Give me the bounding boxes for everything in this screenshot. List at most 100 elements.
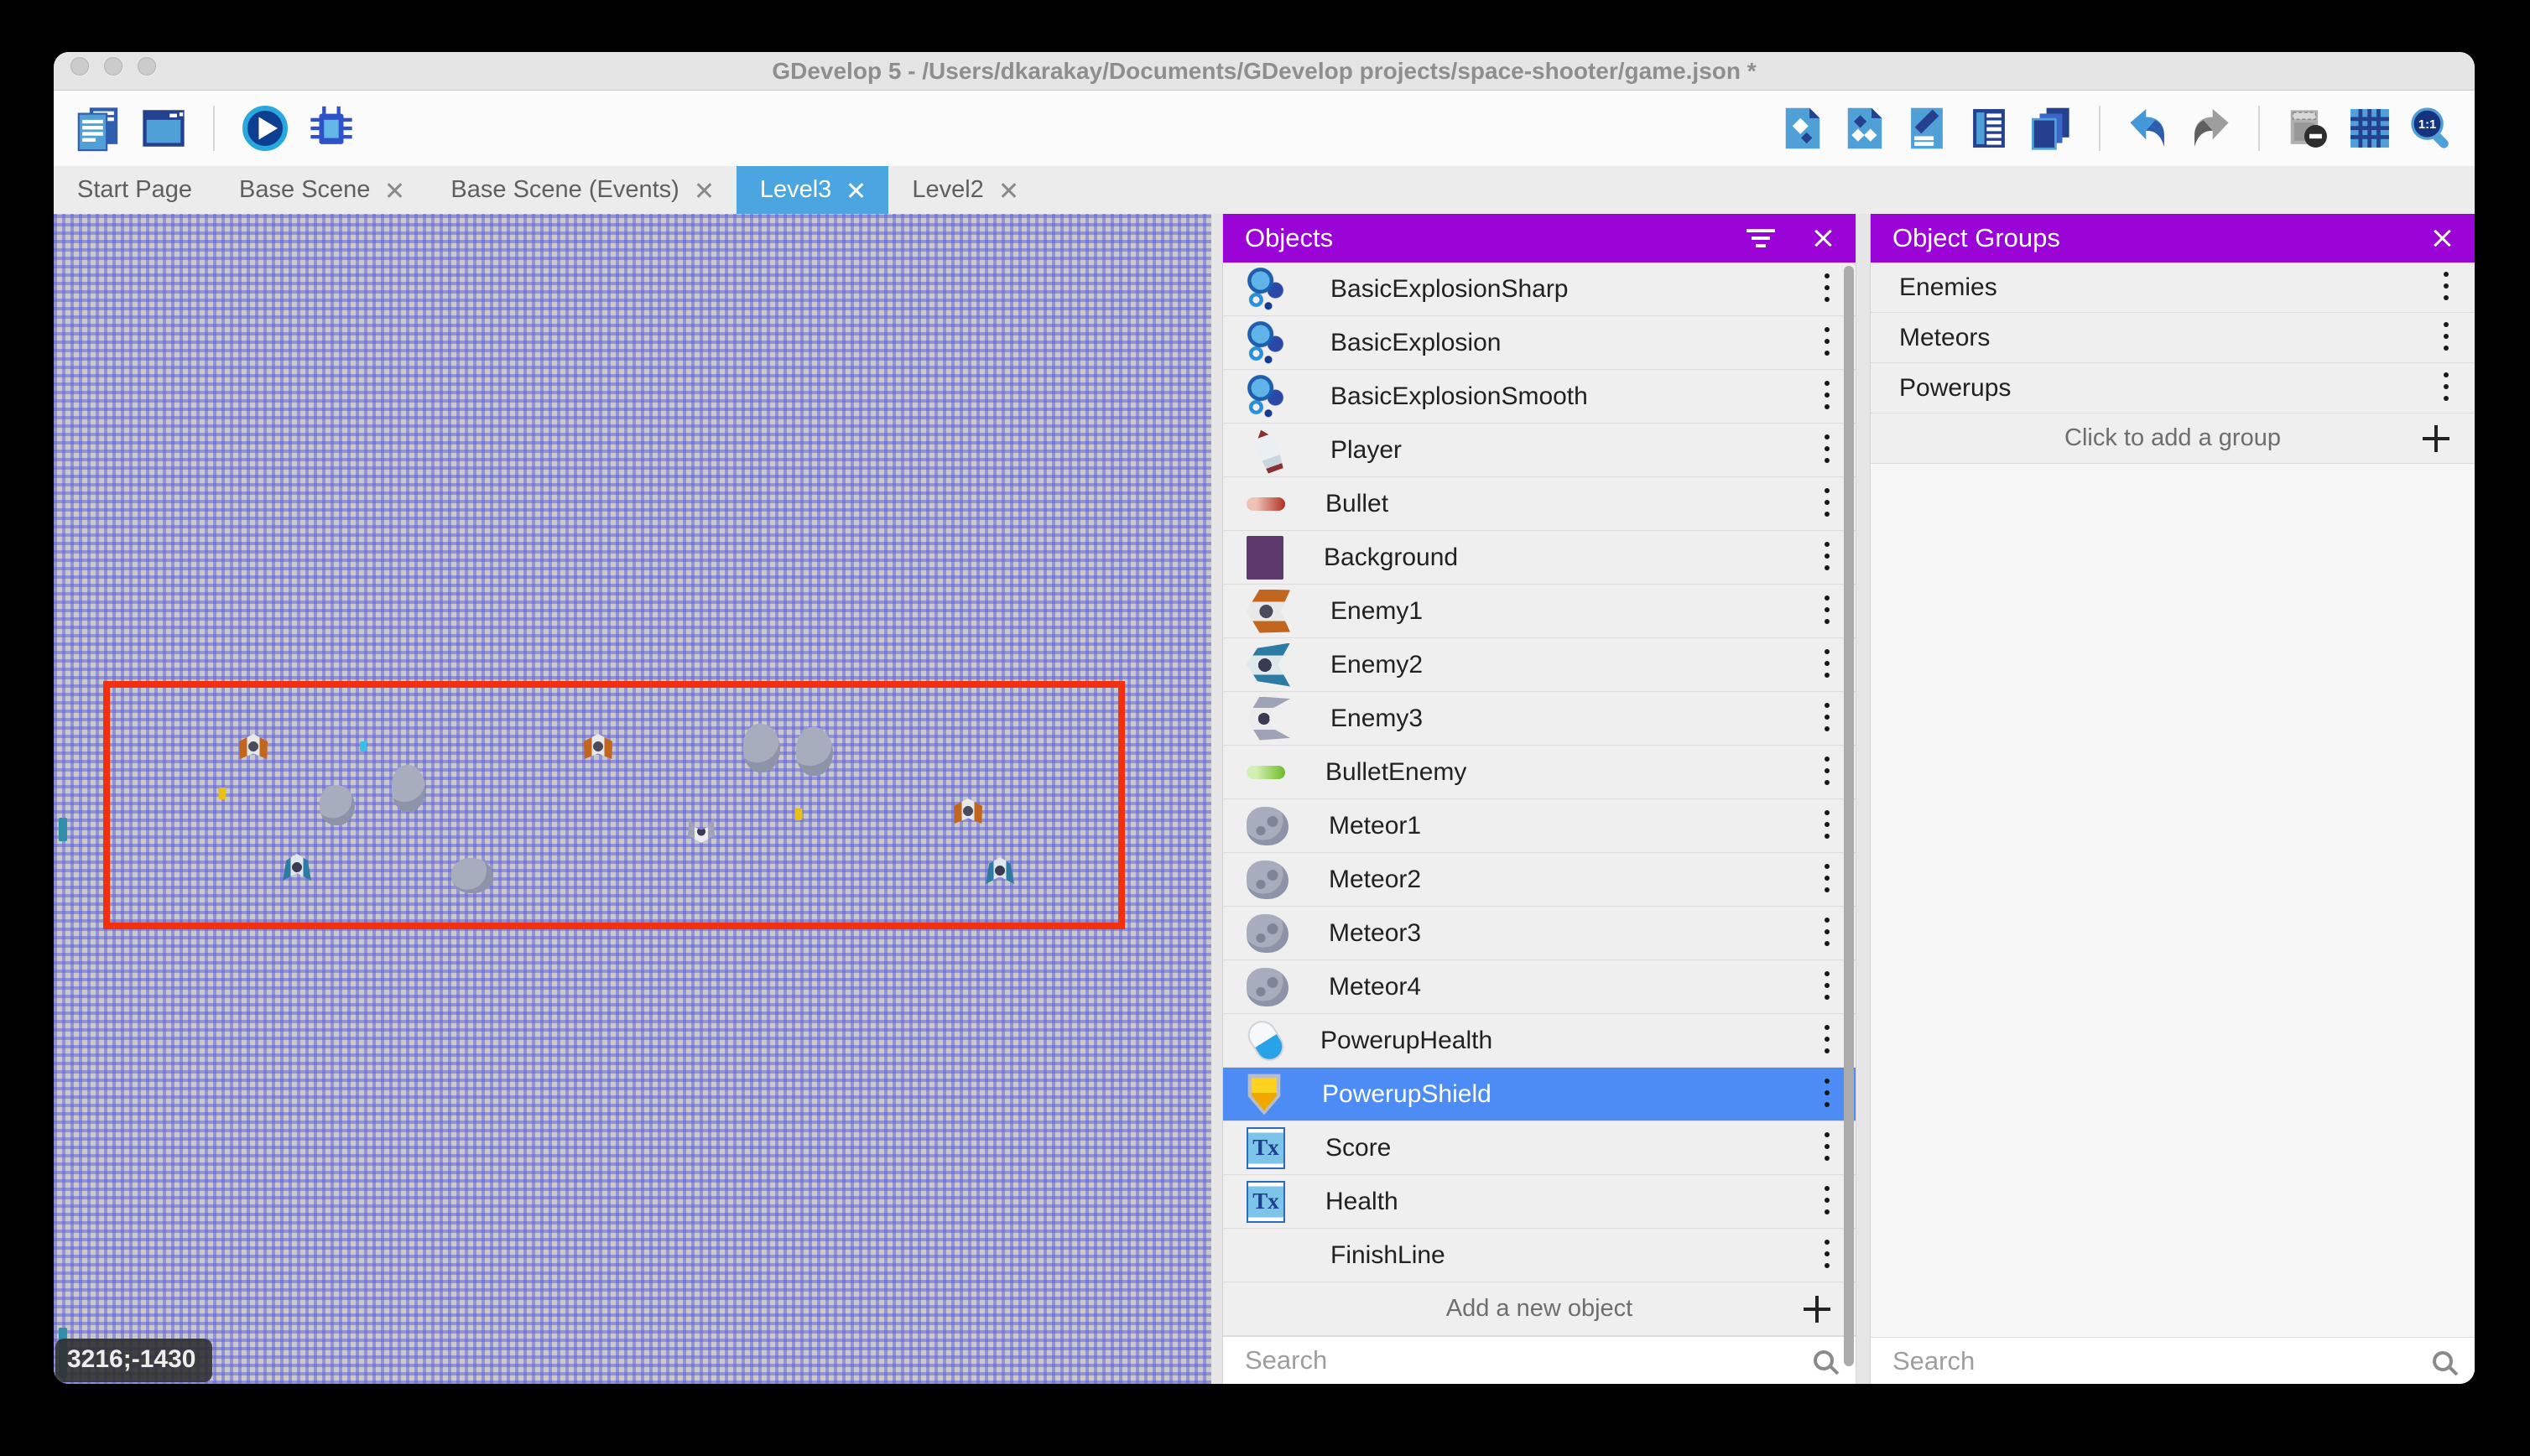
- object-menu-icon[interactable]: [1824, 1075, 1830, 1114]
- object-groups-panel-title: Object Groups: [1892, 223, 2060, 253]
- group-label: Meteors: [1899, 324, 2443, 352]
- object-row[interactable]: FinishLine: [1223, 1229, 1856, 1282]
- object-row[interactable]: Meteor4: [1223, 960, 1856, 1014]
- objects-search-input[interactable]: [1245, 1345, 1814, 1375]
- object-menu-icon[interactable]: [1824, 324, 1830, 362]
- open-objects-editor-button[interactable]: [1780, 106, 1825, 151]
- group-menu-icon[interactable]: [2443, 369, 2449, 408]
- group-row[interactable]: Enemies: [1871, 263, 2475, 313]
- object-menu-icon[interactable]: [1824, 377, 1830, 416]
- explosion-object-icon: [1247, 321, 1290, 365]
- object-label: Meteor2: [1329, 866, 1824, 894]
- object-menu-icon[interactable]: [1824, 485, 1830, 523]
- open-layers-editor-button[interactable]: [2028, 106, 2074, 151]
- toggle-window-mask-button[interactable]: [2285, 106, 2330, 151]
- object-row[interactable]: BasicExplosionSharp: [1223, 263, 1856, 316]
- object-menu-icon[interactable]: [1824, 592, 1830, 631]
- object-row[interactable]: Enemy2: [1223, 638, 1856, 692]
- object-label: Enemy1: [1330, 597, 1824, 626]
- object-menu-icon[interactable]: [1824, 699, 1830, 738]
- object-row[interactable]: BasicExplosion: [1223, 316, 1856, 370]
- enemy-ship-icon: [1247, 643, 1290, 687]
- object-row[interactable]: Enemy1: [1223, 585, 1856, 638]
- group-menu-icon[interactable]: [2443, 268, 2449, 307]
- tab-close-icon[interactable]: [999, 181, 1018, 200]
- toggle-grid-button[interactable]: [2347, 106, 2392, 151]
- object-menu-icon[interactable]: [1824, 861, 1830, 899]
- scene-editor-canvas[interactable]: 3216;-1430: [54, 214, 1211, 1384]
- tab-base-scene[interactable]: Base Scene: [216, 166, 427, 214]
- filter-icon[interactable]: [1747, 229, 1775, 247]
- object-menu-icon[interactable]: [1824, 753, 1830, 792]
- project-manager-button[interactable]: [74, 104, 122, 153]
- tab-close-icon[interactable]: [846, 181, 865, 200]
- redo-button[interactable]: [2188, 106, 2233, 151]
- maximize-window-button[interactable]: [138, 57, 156, 75]
- enemy-ship-icon: [1247, 590, 1290, 633]
- tab-start-page[interactable]: Start Page: [54, 166, 216, 214]
- finish-instance[interactable]: [59, 818, 67, 841]
- zoom-1-1-button[interactable]: 1:1: [2409, 106, 2455, 151]
- launch-debug-button[interactable]: [307, 104, 356, 153]
- object-row[interactable]: Player: [1223, 424, 1856, 477]
- panel-divider[interactable]: [1211, 214, 1223, 1384]
- object-row[interactable]: Enemy3: [1223, 692, 1856, 746]
- selection-rectangle[interactable]: [103, 681, 1125, 929]
- group-menu-icon[interactable]: [2443, 319, 2449, 357]
- object-menu-icon[interactable]: [1824, 914, 1830, 953]
- object-menu-icon[interactable]: [1824, 807, 1830, 845]
- object-row[interactable]: Bullet: [1223, 477, 1856, 531]
- launch-preview-button[interactable]: [240, 103, 290, 153]
- object-groups-panel-header: Object Groups: [1871, 214, 2475, 263]
- object-row[interactable]: PowerupShield: [1223, 1068, 1856, 1121]
- open-scene-button[interactable]: [139, 104, 188, 153]
- object-row[interactable]: BasicExplosionSmooth: [1223, 370, 1856, 424]
- group-row[interactable]: Meteors: [1871, 313, 2475, 363]
- object-menu-icon[interactable]: [1824, 431, 1830, 470]
- close-window-button[interactable]: [70, 57, 89, 75]
- tab-close-icon[interactable]: [385, 181, 403, 200]
- tab-level2[interactable]: Level2: [888, 166, 1040, 214]
- object-row[interactable]: Meteor3: [1223, 907, 1856, 960]
- tab-level3[interactable]: Level3: [737, 166, 888, 214]
- add-group-button[interactable]: Click to add a group: [1871, 413, 2475, 464]
- toolbar-separator: [2258, 106, 2260, 151]
- panel-divider[interactable]: [1856, 214, 1871, 1384]
- object-row[interactable]: Background: [1223, 531, 1856, 585]
- add-object-button[interactable]: Add a new object: [1223, 1282, 1856, 1336]
- open-object-groups-editor-button[interactable]: [1842, 106, 1887, 151]
- object-row[interactable]: Meteor2: [1223, 853, 1856, 907]
- object-menu-icon[interactable]: [1824, 646, 1830, 684]
- open-instances-list-button[interactable]: [1966, 106, 2012, 151]
- object-menu-icon[interactable]: [1824, 1236, 1830, 1275]
- object-groups-page-icon: [1842, 106, 1887, 151]
- cursor-coordinates-badge: 3216;-1430: [55, 1339, 212, 1382]
- object-row[interactable]: Meteor1: [1223, 799, 1856, 853]
- objects-scrollbar[interactable]: [1844, 266, 1854, 1366]
- groups-search-input[interactable]: [1892, 1346, 2433, 1376]
- object-menu-icon[interactable]: [1824, 270, 1830, 309]
- text-object-icon: [1247, 1127, 1285, 1169]
- close-objects-panel-icon[interactable]: [1812, 227, 1834, 249]
- object-menu-icon[interactable]: [1824, 1129, 1830, 1167]
- object-menu-icon[interactable]: [1824, 538, 1830, 577]
- tab-label: Level3: [760, 176, 831, 204]
- close-object-groups-panel-icon[interactable]: [2431, 227, 2453, 249]
- object-label: FinishLine: [1330, 1241, 1824, 1270]
- undo-button[interactable]: [2126, 106, 2171, 151]
- grid-icon: [2347, 106, 2392, 151]
- group-row[interactable]: Powerups: [1871, 363, 2475, 413]
- object-menu-icon[interactable]: [1824, 1183, 1830, 1221]
- object-row[interactable]: Health: [1223, 1175, 1856, 1229]
- svg-text:1:1: 1:1: [2418, 118, 2436, 132]
- object-row[interactable]: PowerupHealth: [1223, 1014, 1856, 1068]
- tab-base-scene-events[interactable]: Base Scene (Events): [427, 166, 736, 214]
- objects-panel-header: Objects: [1223, 214, 1856, 263]
- minimize-window-button[interactable]: [104, 57, 122, 75]
- open-properties-button[interactable]: [1904, 106, 1950, 151]
- object-row[interactable]: BulletEnemy: [1223, 746, 1856, 799]
- object-menu-icon[interactable]: [1824, 968, 1830, 1006]
- tab-close-icon[interactable]: [695, 181, 713, 200]
- object-row[interactable]: Score: [1223, 1121, 1856, 1175]
- object-menu-icon[interactable]: [1824, 1022, 1830, 1060]
